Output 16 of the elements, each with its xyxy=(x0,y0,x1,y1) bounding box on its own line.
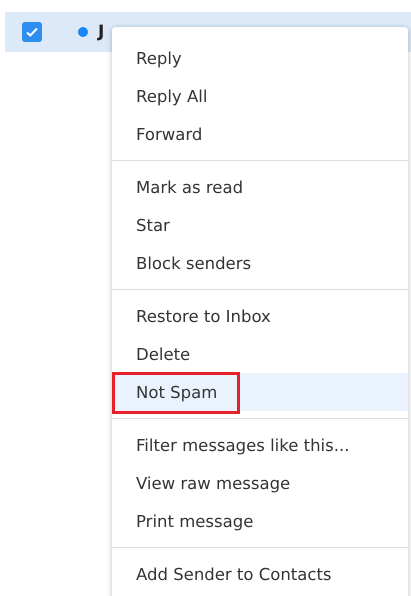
checkmark-icon xyxy=(25,25,39,39)
menu-item[interactable]: Restore to Inbox xyxy=(112,297,408,335)
menu-item[interactable]: Mark as read xyxy=(112,168,408,206)
menu-item[interactable]: View raw message xyxy=(112,464,408,502)
sender-name: J xyxy=(98,22,104,42)
menu-item[interactable]: Reply xyxy=(112,39,408,77)
menu-item[interactable]: Delete xyxy=(112,335,408,373)
menu-item[interactable]: Print message xyxy=(112,502,408,540)
checkbox[interactable] xyxy=(22,22,42,42)
menu-item[interactable]: Star xyxy=(112,206,408,244)
menu-item[interactable]: Add Sender to Contacts xyxy=(112,555,408,593)
menu-item[interactable]: Filter messages like this... xyxy=(112,426,408,464)
menu-item[interactable]: Block senders xyxy=(112,244,408,282)
menu-item[interactable]: Reply All xyxy=(112,77,408,115)
menu-item[interactable]: Not Spam xyxy=(112,373,408,411)
menu-item[interactable]: Forward xyxy=(112,115,408,153)
